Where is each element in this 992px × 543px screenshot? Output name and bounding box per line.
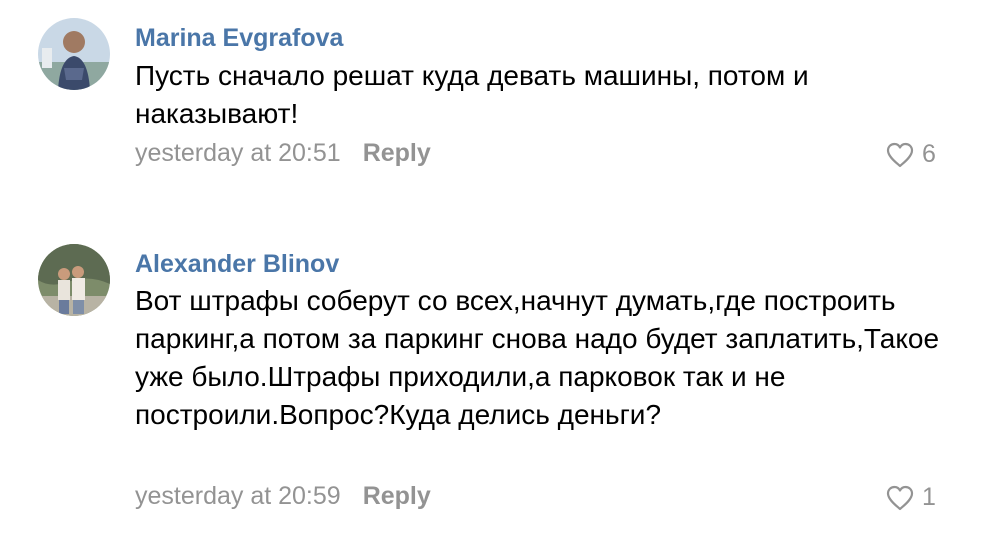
reply-button[interactable]: Reply (363, 482, 431, 510)
comment-item: Marina Evgrafova Пусть сначало решат куд… (0, 0, 992, 200)
reply-button[interactable]: Reply (363, 139, 431, 167)
comment-item: Alexander Blinov Вот штрафы соберут со в… (0, 230, 992, 543)
like-count: 1 (922, 483, 936, 511)
comment-author[interactable]: Alexander Blinov (135, 250, 339, 279)
like-button[interactable]: 1 (886, 483, 936, 512)
user-photo-icon (38, 18, 110, 90)
comment-timestamp[interactable]: yesterday at 20:51 (135, 139, 341, 167)
comment-timestamp[interactable]: yesterday at 20:59 (135, 482, 341, 510)
comment-author[interactable]: Marina Evgrafova (135, 24, 343, 53)
comment-meta: yesterday at 20:59 Reply (135, 482, 431, 511)
avatar[interactable] (38, 244, 110, 316)
comment-text: Вот штрафы соберут со всех,начнут думать… (135, 285, 940, 430)
avatar[interactable] (38, 18, 110, 90)
like-button[interactable]: 6 (886, 140, 936, 169)
like-count: 6 (922, 140, 936, 168)
user-photo-icon (38, 244, 110, 316)
heart-icon (886, 142, 914, 167)
comment-meta: yesterday at 20:51 Reply (135, 139, 431, 168)
heart-icon (886, 485, 914, 510)
comment-text: Пусть сначало решат куда девать машины, … (135, 60, 809, 129)
